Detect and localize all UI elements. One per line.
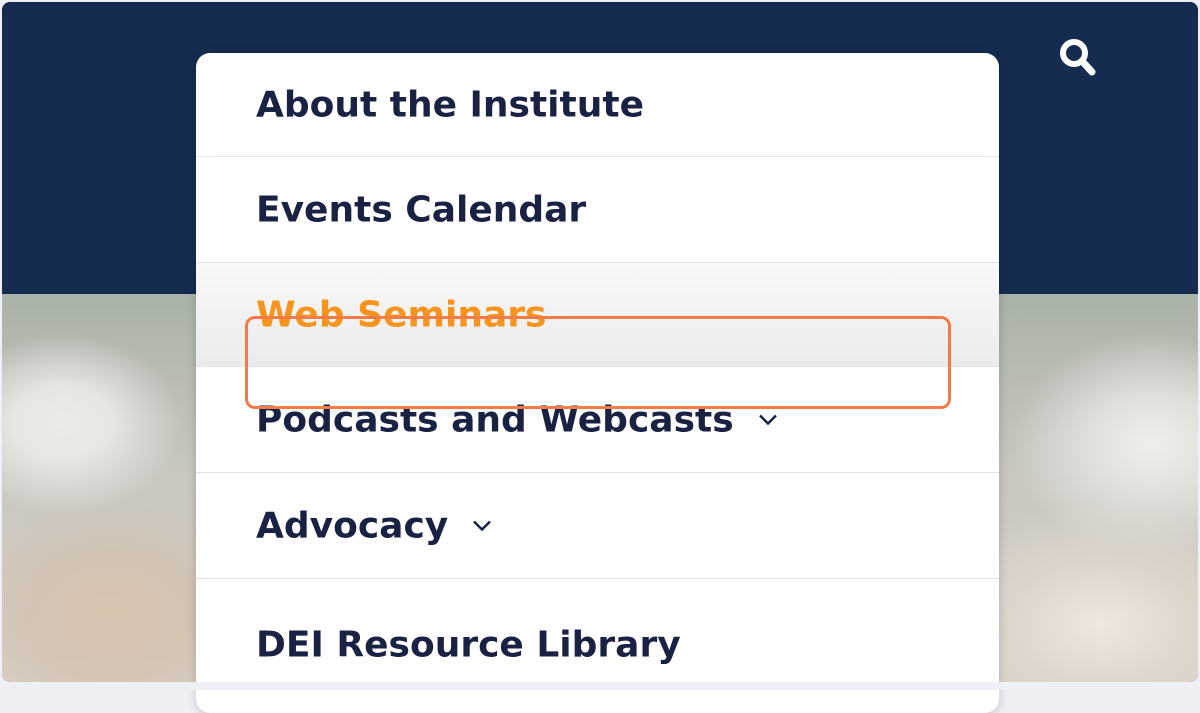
chevron-down-icon: [758, 414, 777, 426]
search-icon: [1060, 39, 1096, 76]
menu-item-label: Advocacy: [256, 505, 449, 546]
dropdown-menu: About the Institute Events Calendar Web …: [196, 53, 999, 713]
menu-item-advocacy[interactable]: Advocacy: [196, 473, 999, 579]
menu-item-web-seminars[interactable]: Web Seminars: [196, 263, 999, 367]
chevron-down-icon: [473, 520, 492, 532]
menu-item-label: Podcasts and Webcasts: [256, 399, 734, 440]
menu-item-events-calendar[interactable]: Events Calendar: [196, 157, 999, 263]
menu-item-dei-resource-library[interactable]: DEI Resource Library: [196, 579, 999, 685]
search-button[interactable]: [1052, 32, 1102, 82]
menu-item-label: DEI Resource Library: [256, 624, 681, 666]
page-bottom-edge: [0, 682, 1200, 690]
menu-item-about-the-institute[interactable]: About the Institute: [196, 53, 999, 157]
menu-item-label: About the Institute: [256, 84, 644, 125]
menu-item-label: Events Calendar: [256, 189, 587, 230]
menu-item-podcasts-and-webcasts[interactable]: Podcasts and Webcasts: [196, 367, 999, 473]
menu-item-label: Web Seminars: [256, 294, 547, 335]
